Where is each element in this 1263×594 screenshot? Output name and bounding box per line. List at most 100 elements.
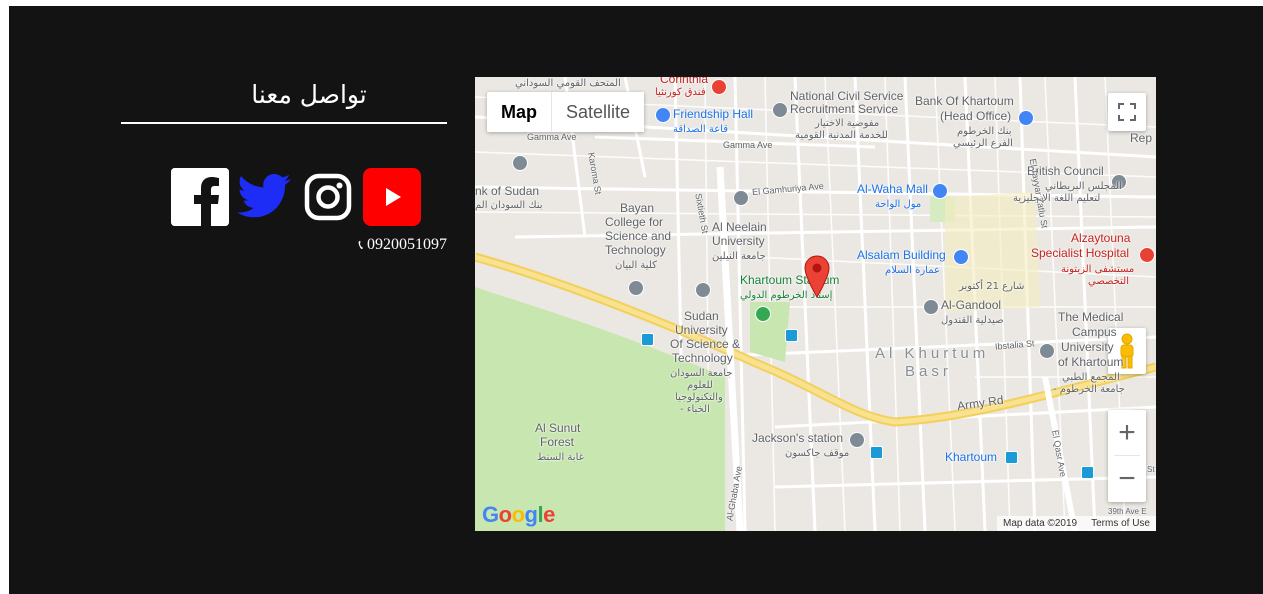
map-label[interactable]: Alsalam Building: [857, 249, 946, 262]
map-label[interactable]: Technology: [605, 244, 666, 257]
map-label[interactable]: الفرع الرئيسي: [953, 137, 1013, 150]
map-label[interactable]: Rep: [1130, 132, 1152, 145]
map-label[interactable]: Specialist Hospital: [1031, 247, 1129, 260]
map-label[interactable]: Technology: [672, 352, 733, 365]
map-label[interactable]: Friendship Hall: [673, 108, 753, 121]
contact-title: تواصل معنا: [251, 80, 367, 109]
map-label[interactable]: Alzaytouna: [1071, 232, 1130, 245]
social-links: [171, 168, 447, 226]
map-label: Gamma Ave: [723, 140, 773, 150]
poi-icon[interactable]: [628, 280, 644, 296]
embedded-map[interactable]: Map Satellite + − المتحف القومي السوداني…: [475, 77, 1156, 531]
map-label[interactable]: Corinthia: [660, 77, 708, 86]
map-label[interactable]: Khartoum: [945, 451, 997, 464]
map-label[interactable]: Forest: [540, 436, 574, 449]
transit-icon[interactable]: [1081, 466, 1094, 479]
transit-icon[interactable]: [785, 329, 798, 342]
transit-icon[interactable]: [1005, 451, 1018, 464]
transit-icon[interactable]: [870, 446, 883, 459]
map-label[interactable]: University: [1061, 341, 1114, 354]
zoom-out-button[interactable]: −: [1108, 456, 1146, 501]
map-label[interactable]: Jackson's station: [752, 432, 843, 445]
zoom-in-button[interactable]: +: [1108, 410, 1146, 455]
building-icon[interactable]: [953, 249, 969, 265]
map-label[interactable]: College for: [605, 216, 663, 229]
phone-number-text: 0920051097: [367, 236, 447, 253]
map-label[interactable]: صيدلية القندول: [941, 314, 1004, 327]
map-label[interactable]: Sudan: [684, 310, 719, 323]
map-attribution: Map data ©2019 Terms of Use: [997, 516, 1156, 531]
twitter-icon: [237, 174, 291, 218]
google-logo-letter: g: [524, 502, 538, 527]
map-label[interactable]: (Head Office): [940, 110, 1011, 123]
map-label[interactable]: Al Sunut: [535, 422, 580, 435]
map-type-satellite-button[interactable]: Satellite: [551, 92, 645, 132]
map-label-district: Al Khurtum: [875, 345, 990, 362]
map-label[interactable]: فندق كورنثيا: [655, 86, 706, 99]
twitter-link[interactable]: [235, 168, 293, 226]
instagram-icon: [304, 173, 352, 221]
poi-icon[interactable]: [695, 282, 711, 298]
map-label[interactable]: بنك السودان الم: [475, 199, 543, 212]
youtube-link[interactable]: [363, 168, 421, 226]
poi-icon[interactable]: [655, 107, 671, 123]
map-label[interactable]: Science and: [605, 230, 671, 243]
transit-icon[interactable]: [641, 333, 654, 346]
poi-icon[interactable]: [772, 102, 788, 118]
facebook-icon: [171, 168, 229, 226]
google-logo-letter: e: [543, 502, 555, 527]
map-label[interactable]: Al-Gandool: [941, 299, 1001, 312]
mall-icon[interactable]: [932, 183, 948, 199]
map-label: Gamma Ave: [527, 132, 577, 142]
map-label[interactable]: التخصصي: [1088, 275, 1129, 288]
map-label[interactable]: - الخباء: [680, 403, 710, 416]
instagram-link[interactable]: [299, 168, 357, 226]
map-label[interactable]: Bayan: [620, 202, 654, 215]
park-icon[interactable]: [755, 306, 771, 322]
terms-of-use-link[interactable]: Terms of Use: [1091, 518, 1150, 529]
transit-station-icon[interactable]: [849, 432, 865, 448]
google-logo[interactable]: Google: [482, 502, 555, 528]
map-label[interactable]: مول الواحة: [875, 198, 921, 211]
facebook-link[interactable]: [171, 168, 229, 226]
hospital-icon[interactable]: [1139, 247, 1155, 263]
poi-icon[interactable]: [733, 190, 749, 206]
map-label[interactable]: لتعليم اللغة الإنجليزية: [1013, 192, 1100, 205]
map-label[interactable]: غابة السنط: [537, 451, 584, 464]
map-label[interactable]: عمارة السلام: [885, 264, 940, 277]
contact-section: تواصل معنا 📞︎ 0920051097: [121, 78, 447, 254]
map-label: شارع 21 أكتوبر: [959, 281, 1025, 292]
map-type-map-button[interactable]: Map: [487, 92, 551, 132]
map-label[interactable]: Of Science &: [670, 338, 740, 351]
pharmacy-icon[interactable]: [923, 299, 939, 315]
map-label[interactable]: Al-Waha Mall: [857, 183, 928, 196]
university-icon[interactable]: [1039, 343, 1055, 359]
fullscreen-button[interactable]: [1108, 93, 1146, 131]
map-label[interactable]: كلية البيان: [615, 259, 657, 272]
map-label[interactable]: Al Neelain: [712, 221, 767, 234]
zoom-controls: + −: [1108, 410, 1146, 502]
phone-icon: 📞︎: [358, 237, 363, 252]
location-pin-icon[interactable]: [804, 255, 830, 303]
map-label[interactable]: The Medical: [1058, 311, 1123, 324]
phone-number[interactable]: 📞︎ 0920051097: [121, 236, 447, 254]
poi-icon[interactable]: [512, 155, 528, 171]
map-label[interactable]: موقف جاكسون: [785, 447, 849, 460]
google-logo-letter: o: [498, 502, 512, 527]
map-label[interactable]: - جامعة الخرطوم: [1053, 383, 1125, 396]
map-label[interactable]: للخدمة المدنية القومية: [795, 129, 888, 142]
map-label[interactable]: المتحف القومي السوداني: [515, 77, 621, 90]
map-label[interactable]: Bank Of Khartoum: [915, 95, 1014, 108]
bank-icon[interactable]: [1018, 110, 1034, 126]
map-label[interactable]: of Khartoum: [1058, 356, 1123, 369]
youtube-icon: [386, 188, 401, 206]
map-label[interactable]: Recruitment Service: [790, 103, 898, 116]
map-label[interactable]: قاعة الصداقة: [673, 123, 728, 136]
map-label[interactable]: Campus: [1072, 326, 1117, 339]
map-label[interactable]: nk of Sudan: [475, 185, 539, 198]
map-label[interactable]: جامعة النيلين: [712, 250, 766, 263]
map-label[interactable]: University: [712, 235, 765, 248]
map-label[interactable]: University: [675, 324, 728, 337]
map-data-text: Map data ©2019: [1003, 518, 1078, 529]
hotel-icon[interactable]: [711, 79, 727, 95]
